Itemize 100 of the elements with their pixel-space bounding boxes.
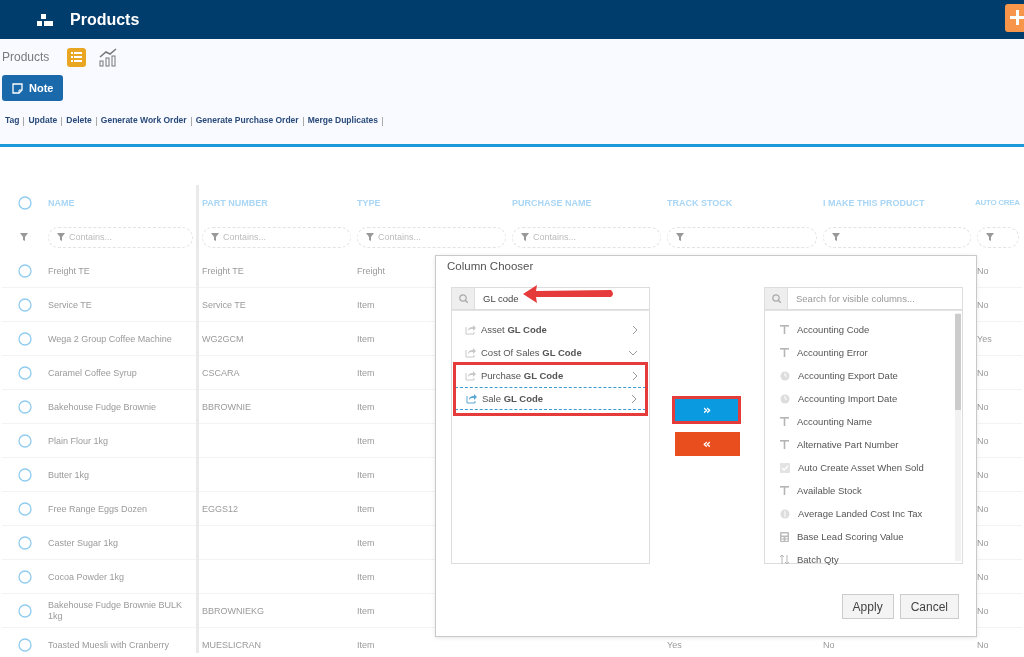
filter-field[interactable]: Contains... (357, 226, 506, 248)
add-button[interactable] (1005, 4, 1024, 32)
calculator-icon (780, 531, 789, 542)
table-cell: Item (357, 571, 375, 583)
filter-field[interactable] (977, 226, 1019, 248)
column-item[interactable]: Sale GL Code (455, 387, 646, 410)
table-cell: WG2GCM (202, 333, 244, 345)
apply-button[interactable]: Apply (841, 594, 894, 619)
table-cell: No (823, 639, 835, 651)
table-cell: MUESLICRAN (202, 639, 261, 651)
table-cell: No (977, 265, 989, 277)
column-item[interactable]: Accounting Import Date (768, 387, 959, 410)
table-cell: No (977, 367, 989, 379)
table-cell: Caster Sugar 1kg (48, 537, 119, 549)
table-cell: Item (357, 401, 375, 413)
filter-field[interactable] (667, 226, 817, 248)
column-item[interactable]: Asset GL Code (455, 318, 646, 341)
filter-field[interactable]: Contains... (512, 226, 661, 248)
filter-icon (57, 233, 65, 241)
filter-field[interactable] (823, 226, 971, 248)
action-link[interactable]: Generate Purchase Order (195, 115, 299, 125)
action-link[interactable]: Update (28, 115, 58, 125)
column-item[interactable]: Cost Of Sales GL Code (455, 341, 646, 364)
row-checkbox[interactable] (18, 638, 32, 652)
filter-field[interactable]: Contains... (48, 226, 193, 248)
table-cell: Freight (357, 265, 385, 277)
table-cell-text: Bakehouse Fudge Brownie BULK 1kg (48, 600, 184, 622)
search-button[interactable] (764, 287, 787, 310)
table-cell: Freight TE (202, 265, 244, 277)
row-checkbox[interactable] (18, 366, 32, 380)
checkbox-icon (780, 462, 790, 473)
table-cell: Plain Flour 1kg (48, 435, 109, 447)
row-checkbox[interactable] (18, 502, 32, 516)
scrollbar[interactable] (955, 313, 961, 561)
action-link[interactable]: Merge Duplicates (307, 115, 379, 125)
table-cell: No (977, 571, 989, 583)
row-checkbox[interactable] (18, 298, 32, 312)
table-cell: Free Range Eggs Dozen (48, 503, 148, 515)
table-cell: No (977, 537, 989, 549)
scrollbar-thumb[interactable] (955, 314, 961, 410)
table-cell: Item (357, 333, 375, 345)
clock-icon (780, 393, 790, 404)
search-button[interactable] (451, 287, 474, 310)
table-cell: No (977, 503, 989, 515)
list-view-button[interactable] (67, 47, 87, 67)
column-item[interactable]: Auto Create Asset When Sold (768, 456, 959, 479)
column-item[interactable]: Accounting Name (768, 410, 959, 433)
coin-icon (780, 508, 790, 519)
filter-field[interactable]: Contains... (202, 226, 351, 248)
share-icon (465, 324, 476, 335)
action-link[interactable]: Generate Work Order (100, 115, 187, 125)
boxes-icon (37, 13, 53, 26)
move-left-button[interactable]: « (674, 432, 740, 456)
table-cell: Item (357, 537, 375, 549)
row-checkbox[interactable] (18, 264, 32, 278)
row-checkbox[interactable] (18, 604, 32, 618)
column-item[interactable]: Accounting Export Date (768, 364, 959, 387)
table-cell: Cocoa Powder 1kg (48, 571, 125, 583)
table-cell: CSCARA (202, 367, 240, 379)
table-cell: Item (357, 639, 375, 651)
column-item[interactable]: Available Stock (768, 479, 959, 502)
text-type-icon (780, 325, 789, 334)
filter-icon (986, 233, 994, 241)
column-item[interactable]: Purchase GL Code (455, 364, 646, 387)
table-cell: BBROWNIEKG (202, 605, 264, 617)
breadcrumb-label: Products (2, 50, 50, 64)
search-field[interactable]: Search for visible columns... (787, 287, 963, 310)
row-checkbox[interactable] (18, 570, 32, 584)
filter-icon (366, 233, 374, 241)
row-checkbox[interactable] (18, 434, 32, 448)
row-checkbox[interactable] (18, 536, 32, 550)
column-item[interactable]: Average Landed Cost Inc Tax (768, 502, 959, 525)
table-cell: Item (357, 367, 375, 379)
note-icon (12, 82, 23, 94)
note-button[interactable]: Note (2, 75, 64, 101)
highlight-frame (672, 396, 741, 424)
row-checkbox[interactable] (18, 468, 32, 482)
text-type-icon (780, 440, 789, 449)
table-cell: No (977, 299, 989, 311)
table-cell: Yes (667, 639, 682, 651)
table-cell: EGGS12 (202, 503, 239, 515)
text-type-icon (780, 417, 789, 426)
filter-icon (211, 233, 219, 241)
column-item[interactable]: Base Lead Scoring Value (768, 525, 959, 548)
row-checkbox[interactable] (18, 332, 32, 346)
table-cell: No (977, 401, 989, 413)
select-all-checkbox[interactable] (18, 195, 32, 210)
row-checkbox[interactable] (18, 400, 32, 414)
column-item[interactable]: Alternative Part Number (768, 433, 959, 456)
chart-view-button[interactable] (98, 47, 118, 67)
column-item[interactable]: Batch Qty (768, 548, 959, 571)
table-cell: Item (357, 435, 375, 447)
cancel-button[interactable]: Cancel (899, 594, 959, 619)
clock-icon (780, 370, 790, 381)
action-link[interactable]: Tag (5, 115, 20, 125)
list-icon (71, 52, 83, 62)
share-icon (465, 347, 476, 358)
column-item[interactable]: Accounting Code (768, 318, 959, 341)
action-link[interactable]: Delete (66, 115, 92, 125)
column-item[interactable]: Accounting Error (768, 341, 959, 364)
